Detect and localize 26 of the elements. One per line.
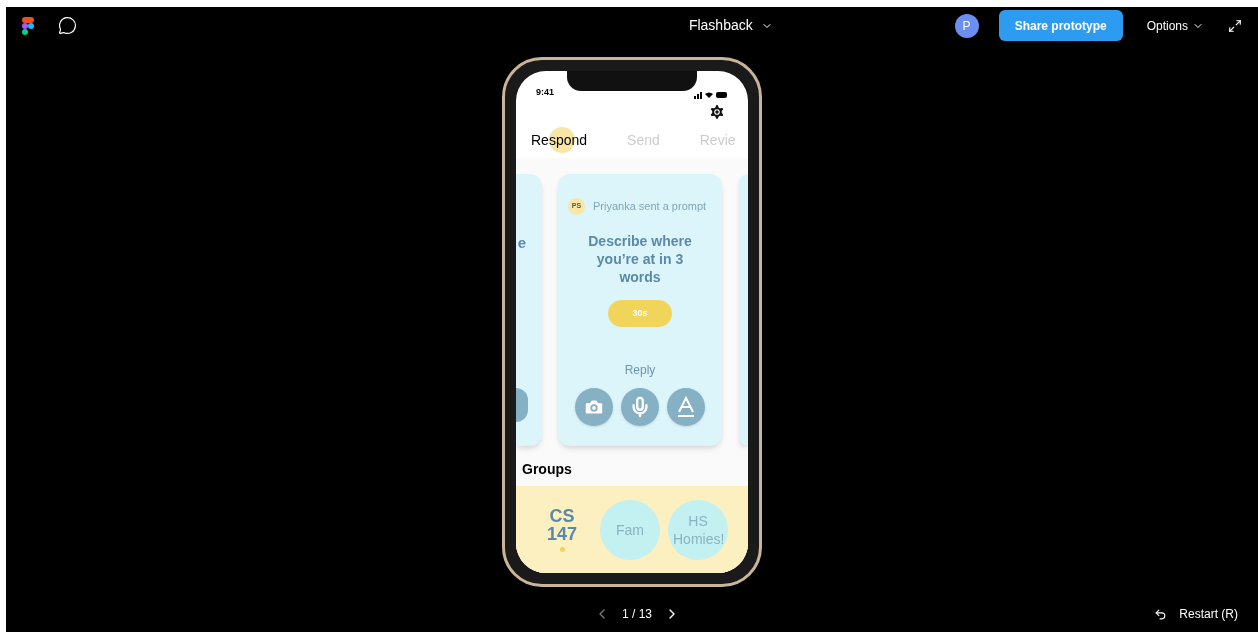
groups-heading: Groups: [521, 460, 573, 479]
timer-pill: 30s: [608, 300, 672, 327]
comment-icon[interactable]: [58, 16, 77, 35]
reply-label: Reply: [624, 362, 656, 379]
group-item[interactable]: Fam: [600, 499, 660, 560]
user-avatar[interactable]: P: [954, 13, 979, 38]
status-time: 9:41: [536, 85, 554, 99]
group-item[interactable]: HS Homies!: [668, 499, 728, 560]
undo-icon: [1154, 607, 1168, 621]
prototype-title[interactable]: Flashback: [688, 15, 753, 36]
page-counter: 1 / 13: [622, 606, 653, 623]
tab[interactable]: Respond: [531, 127, 588, 153]
options-button[interactable]: Options: [1146, 16, 1204, 35]
fullscreen-icon[interactable]: [1228, 18, 1242, 33]
restart-button[interactable]: Restart (R): [1154, 605, 1238, 623]
status-icons: [694, 91, 728, 99]
prompt-text: e: [517, 233, 527, 253]
prompt-text: Describe where you’re at in 3 words: [587, 232, 693, 286]
prompt-card[interactable]: e: [516, 174, 542, 446]
microphone-icon: [629, 396, 651, 418]
group-item[interactable]: CS 147: [532, 499, 592, 560]
logo-icon[interactable]: [22, 16, 34, 35]
text-icon: [676, 396, 696, 418]
share-prototype-button[interactable]: Share prototype: [998, 10, 1123, 41]
sender-text: Priyanka sent a prompt: [593, 199, 707, 215]
settings-icon[interactable]: [708, 103, 726, 121]
